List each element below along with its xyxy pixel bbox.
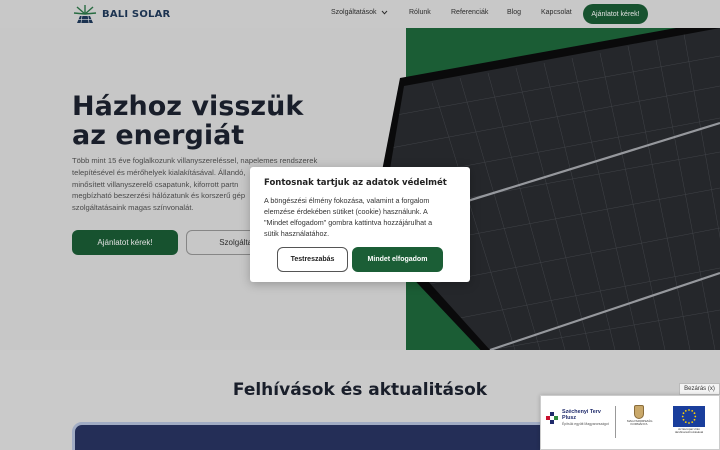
government-crest: MAGYARORSZÁG KORMÁNYA xyxy=(627,405,653,427)
government-label: MAGYARORSZÁG KORMÁNYA xyxy=(627,419,653,427)
cookie-text-line: A böngészési élmény fokozása, valamint a… xyxy=(264,196,430,205)
cookie-text-line: sütik használatához. xyxy=(264,229,330,238)
szechenyi-plan-logo: Széchenyi Terv Plusz Építsük együtt Magy… xyxy=(545,409,609,427)
crest-icon xyxy=(634,405,644,419)
cookie-accept-all-button[interactable]: Mindet elfogadom xyxy=(352,247,443,272)
funding-divider xyxy=(615,406,616,438)
cookie-customize-button[interactable]: Testreszabás xyxy=(277,247,348,272)
cookie-dialog-text: A böngészési élmény fokozása, valamint a… xyxy=(264,195,460,239)
eu-label: Az Európai Unió társfinanszírozásával xyxy=(674,427,704,435)
funding-badge[interactable]: Széchenyi Terv Plusz Építsük együtt Magy… xyxy=(540,395,720,450)
plan-subtitle: Építsük együtt Magyarországot xyxy=(562,422,609,426)
cookie-dialog-title: Fontosnak tartjuk az adatok védelmét xyxy=(264,178,447,188)
plan-logo-icon xyxy=(545,411,559,425)
plan-name: Széchenyi Terv Plusz Építsük együtt Magy… xyxy=(562,409,609,427)
cookie-consent-dialog: Fontosnak tartjuk az adatok védelmét A b… xyxy=(250,167,470,282)
cookie-text-line: "Mindet elfogadom" gombra kattintva hozz… xyxy=(264,218,433,227)
eu-flag-icon xyxy=(673,406,705,427)
eu-cofunding: Az Európai Unió társfinanszírozásával xyxy=(669,406,709,435)
funding-close-button[interactable]: Bezárás (x) xyxy=(679,383,720,395)
cookie-text-line: elemzése érdekében sütiket (cookie) hasz… xyxy=(264,207,428,216)
